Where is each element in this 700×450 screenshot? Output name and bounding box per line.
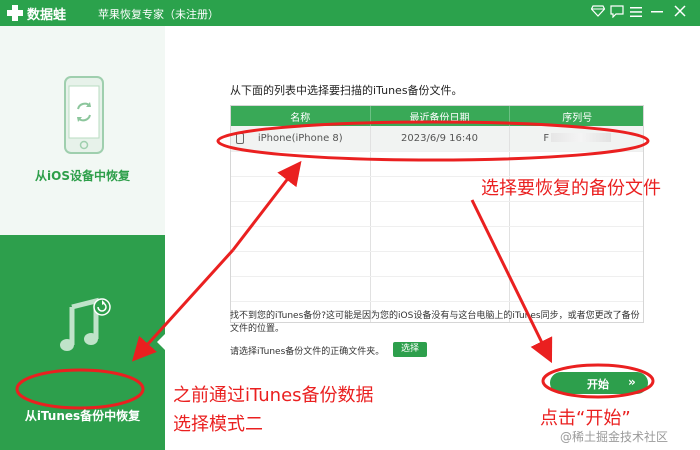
column-header-serial[interactable]: 序列号 [509, 106, 643, 126]
table-row [231, 276, 643, 302]
table-row [231, 251, 643, 277]
serial-redaction [551, 133, 612, 143]
app-name: 数据蛙 [27, 8, 67, 23]
cell-date: 2023/6/9 16:40 [370, 126, 510, 152]
column-header-date[interactable]: 最近备份日期 [370, 106, 510, 126]
table-header: 名称 最近备份日期 序列号 [231, 106, 643, 126]
annotation-mode-line2: 选择模式二 [173, 414, 263, 435]
annotation-click-start: 点击“开始” [540, 408, 631, 429]
app-window: 数据蛙 苹果恢复专家（未注册） 从iOS设备中恢复 从iTunes备份中恢复 从… [0, 0, 700, 450]
diamond-icon[interactable] [590, 5, 606, 21]
backup-table: 名称 最近备份日期 序列号 iPhone(iPhone 8) 2023/6/9 … [230, 105, 644, 323]
choose-folder-button[interactable]: 选择 [393, 342, 427, 357]
device-icon [236, 133, 244, 144]
window-title: 苹果恢复专家（未注册） [98, 8, 219, 21]
cell-serial: F [509, 126, 643, 152]
phone-recover-icon [64, 76, 104, 154]
minimize-icon[interactable] [649, 5, 665, 21]
double-chevron-right-icon: » [628, 375, 636, 389]
annotation-mode-line1: 之前通过iTunes备份数据 [173, 385, 374, 406]
close-icon[interactable] [672, 5, 688, 21]
column-header-name[interactable]: 名称 [231, 106, 371, 126]
title-bar: 数据蛙 苹果恢复专家（未注册） [0, 0, 700, 26]
sidebar-item-label: 从iTunes备份中恢复 [24, 409, 141, 423]
watermark: @稀土掘金技术社区 [560, 430, 669, 444]
sidebar: 从iOS设备中恢复 从iTunes备份中恢复 [0, 26, 165, 450]
table-row [231, 201, 643, 227]
plus-logo-icon [7, 5, 23, 21]
sidebar-item-ios-recover[interactable]: 从iOS设备中恢复 [0, 26, 165, 235]
sidebar-item-label: 从iOS设备中恢复 [35, 169, 130, 183]
annotation-select-file: 选择要恢复的备份文件 [481, 178, 661, 199]
menu-icon[interactable] [628, 5, 644, 21]
chat-icon[interactable] [609, 5, 625, 21]
table-row[interactable]: iPhone(iPhone 8) 2023/6/9 16:40 F [231, 126, 643, 152]
table-row [231, 151, 643, 177]
help-note: 找不到您的iTunes备份?这可能是因为您的iOS设备没有与这台电脑上的iTun… [230, 311, 640, 334]
start-button[interactable]: 开始 » [550, 372, 648, 394]
sidebar-item-itunes-recover[interactable]: 从iTunes备份中恢复 [0, 235, 165, 450]
cell-name: iPhone(iPhone 8) [231, 126, 371, 152]
start-button-label: 开始 [587, 378, 609, 391]
table-row [231, 226, 643, 252]
serial-number: F [543, 132, 550, 144]
instruction-text: 从下面的列表中选择要扫描的iTunes备份文件。 [230, 84, 463, 97]
device-name: iPhone(iPhone 8) [257, 132, 343, 144]
choose-folder-label: 请选择iTunes备份文件的正确文件夹。 [230, 347, 385, 357]
music-note-icon [60, 297, 111, 351]
